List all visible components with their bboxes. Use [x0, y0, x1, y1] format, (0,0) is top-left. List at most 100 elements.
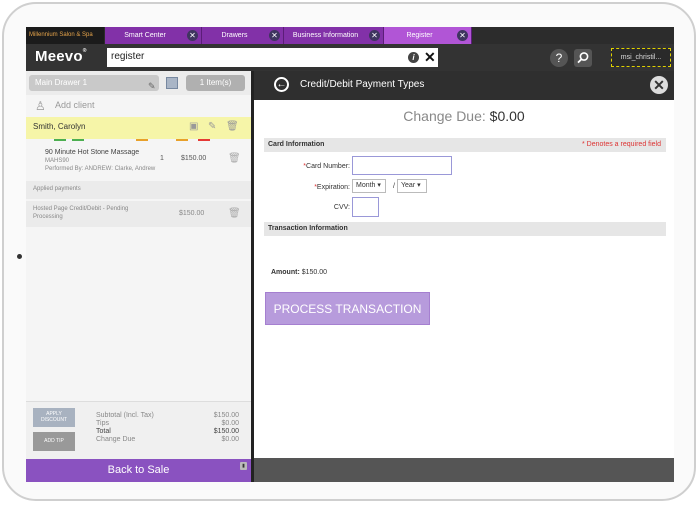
drawer-label: Main Drawer 1	[35, 78, 88, 87]
back-to-sale-label: Back to Sale	[107, 464, 170, 476]
total-value: $150.00	[213, 428, 239, 435]
clear-search-icon[interactable]: ✕	[424, 49, 436, 65]
status-bar	[176, 139, 188, 141]
app-screen: Millennium Salon & Spa Smart Center ✕ Dr…	[26, 27, 674, 482]
payment-panel-header: ← Credit/Debit Payment Types ✕	[254, 71, 674, 100]
card-number-label: *Card Number:	[303, 163, 350, 170]
payment-panel: ← Credit/Debit Payment Types ✕ Change Du…	[254, 71, 674, 482]
trash-icon[interactable]: 🗑	[228, 153, 241, 164]
tab-bar: Millennium Salon & Spa Smart Center ✕ Dr…	[26, 27, 674, 44]
camera-icon[interactable]: ▣	[189, 121, 198, 132]
subtotal-value: $150.00	[213, 412, 239, 419]
tab-business-information[interactable]: Business Information ✕	[284, 27, 384, 44]
close-tab-icon[interactable]: ✕	[187, 30, 198, 41]
client-row[interactable]: Smith, Carolyn ▣ ✎ 🗑	[26, 117, 251, 139]
card-number-field[interactable]	[352, 156, 452, 175]
tab-label: Business Information	[292, 32, 359, 39]
tips-value: $0.00	[221, 420, 239, 427]
magnifier-glyph	[577, 52, 589, 64]
status-bar	[136, 139, 148, 141]
camera-dot	[17, 254, 22, 259]
edit-drawer-icon[interactable]: ✎	[148, 78, 156, 94]
payment-panel-footer	[254, 458, 674, 482]
expiration-month-select[interactable]: Month ▾	[352, 179, 386, 193]
search-input[interactable]: register i ✕	[107, 48, 438, 67]
trash-icon[interactable]: 🗑	[228, 208, 241, 219]
status-bar	[72, 139, 84, 141]
help-icon[interactable]: ?	[550, 49, 568, 67]
tab-label: Register	[406, 32, 433, 39]
search-icon[interactable]	[574, 49, 592, 67]
salon-name: Millennium Salon & Spa	[26, 27, 104, 44]
meevo-logo: Meevo®	[35, 48, 87, 65]
date-separator: /	[393, 183, 395, 190]
user-account-button[interactable]: msi_christil...	[611, 48, 671, 67]
card-information-header: Card Information * Denotes a required fi…	[264, 138, 666, 152]
card-number-label-text: Card Number:	[306, 163, 350, 170]
back-arrow-icon[interactable]: ←	[274, 77, 289, 92]
payment-panel-title: Credit/Debit Payment Types	[300, 79, 425, 90]
close-tab-icon[interactable]: ✕	[269, 30, 280, 41]
close-tab-icon[interactable]: ✕	[369, 30, 380, 41]
change-due-label: Change Due	[96, 436, 136, 443]
status-bar	[198, 139, 210, 141]
drawer-window-icon[interactable]	[166, 77, 178, 89]
applied-payments-label: Applied payments	[33, 186, 81, 192]
change-due-label: Change Due:	[403, 108, 486, 124]
trash-icon[interactable]: 🗑	[226, 121, 239, 132]
total-label: Total	[96, 428, 111, 435]
status-color-strip	[26, 139, 251, 143]
totals-section: APPLY DISCOUNT ADD TIP Subtotal (Incl. T…	[26, 401, 251, 460]
logo-registered-mark: ®	[82, 48, 87, 54]
info-icon[interactable]: i	[408, 52, 419, 63]
logo-text: Meevo	[35, 48, 83, 65]
cvv-field[interactable]	[352, 197, 379, 217]
subtotal-label: Subtotal (Incl. Tax)	[96, 412, 154, 419]
service-qty: 1	[160, 155, 164, 162]
process-transaction-button[interactable]: PROCESS TRANSACTION	[265, 292, 430, 325]
transaction-information-header: Transaction Information	[264, 222, 666, 236]
applied-payments-header: Applied payments	[26, 181, 251, 199]
tab-smart-center[interactable]: Smart Center ✕	[105, 27, 202, 44]
tab-label: Smart Center	[124, 32, 166, 39]
add-client-row[interactable]: ♙ Add client	[26, 95, 251, 117]
service-price: $150.00	[181, 155, 207, 162]
drawer-bar: Main Drawer 1 ✎ 1 Item(s)	[26, 71, 251, 95]
status-bar	[54, 139, 66, 141]
transaction-info-title: Transaction Information	[268, 225, 348, 232]
expiration-label: *Expiration:	[314, 184, 350, 191]
register-ticket-panel: Main Drawer 1 ✎ 1 Item(s) ♙ Add client S…	[26, 71, 251, 482]
items-count-button[interactable]: 1 Item(s)	[186, 75, 245, 91]
expiration-year-select[interactable]: Year ▾	[397, 179, 427, 193]
add-tip-button[interactable]: ADD TIP	[33, 432, 75, 451]
payment-name: Hosted Page Credit/Debit - Pending Proce…	[33, 206, 129, 220]
service-line-item[interactable]: 90 Minute Hot Stone Massage MAHS90 Perfo…	[26, 145, 251, 179]
edit-client-icon[interactable]: ✎	[208, 121, 216, 132]
payment-line-item[interactable]: Hosted Page Credit/Debit - Pending Proce…	[26, 201, 251, 227]
card-info-title: Card Information	[268, 141, 325, 148]
expiration-label-text: Expiration:	[316, 184, 350, 191]
app-header: Meevo® register i ✕ ? msi_christil...	[26, 44, 674, 71]
tab-label: Drawers	[221, 32, 248, 39]
client-name: Smith, Carolyn	[33, 122, 86, 131]
amount-label: Amount:	[271, 269, 300, 276]
tab-register[interactable]: Register ✕	[384, 27, 472, 44]
back-to-sale-button[interactable]: Back to Sale ▮	[26, 459, 251, 482]
close-tab-icon[interactable]: ✕	[457, 30, 468, 41]
change-due-value: $0.00	[221, 436, 239, 443]
tips-label: Tips	[96, 420, 109, 427]
drawer-selector[interactable]: Main Drawer 1 ✎	[29, 75, 159, 91]
amount-row: Amount: $150.00	[271, 269, 327, 276]
search-value: register	[111, 51, 145, 62]
close-icon[interactable]: ✕	[650, 76, 668, 94]
add-client-label: Add client	[55, 100, 95, 110]
tab-drawers[interactable]: Drawers ✕	[202, 27, 284, 44]
year-value: Year	[401, 182, 416, 189]
change-due-amount: $0.00	[489, 108, 525, 124]
required-field-note: * Denotes a required field	[582, 141, 661, 148]
service-name: 90 Minute Hot Stone Massage	[45, 149, 140, 156]
amount-value: $150.00	[301, 269, 328, 276]
change-due-display: Change Due: $0.00	[254, 108, 674, 124]
service-code: MAHS90	[45, 158, 70, 164]
apply-discount-button[interactable]: APPLY DISCOUNT	[33, 408, 75, 427]
